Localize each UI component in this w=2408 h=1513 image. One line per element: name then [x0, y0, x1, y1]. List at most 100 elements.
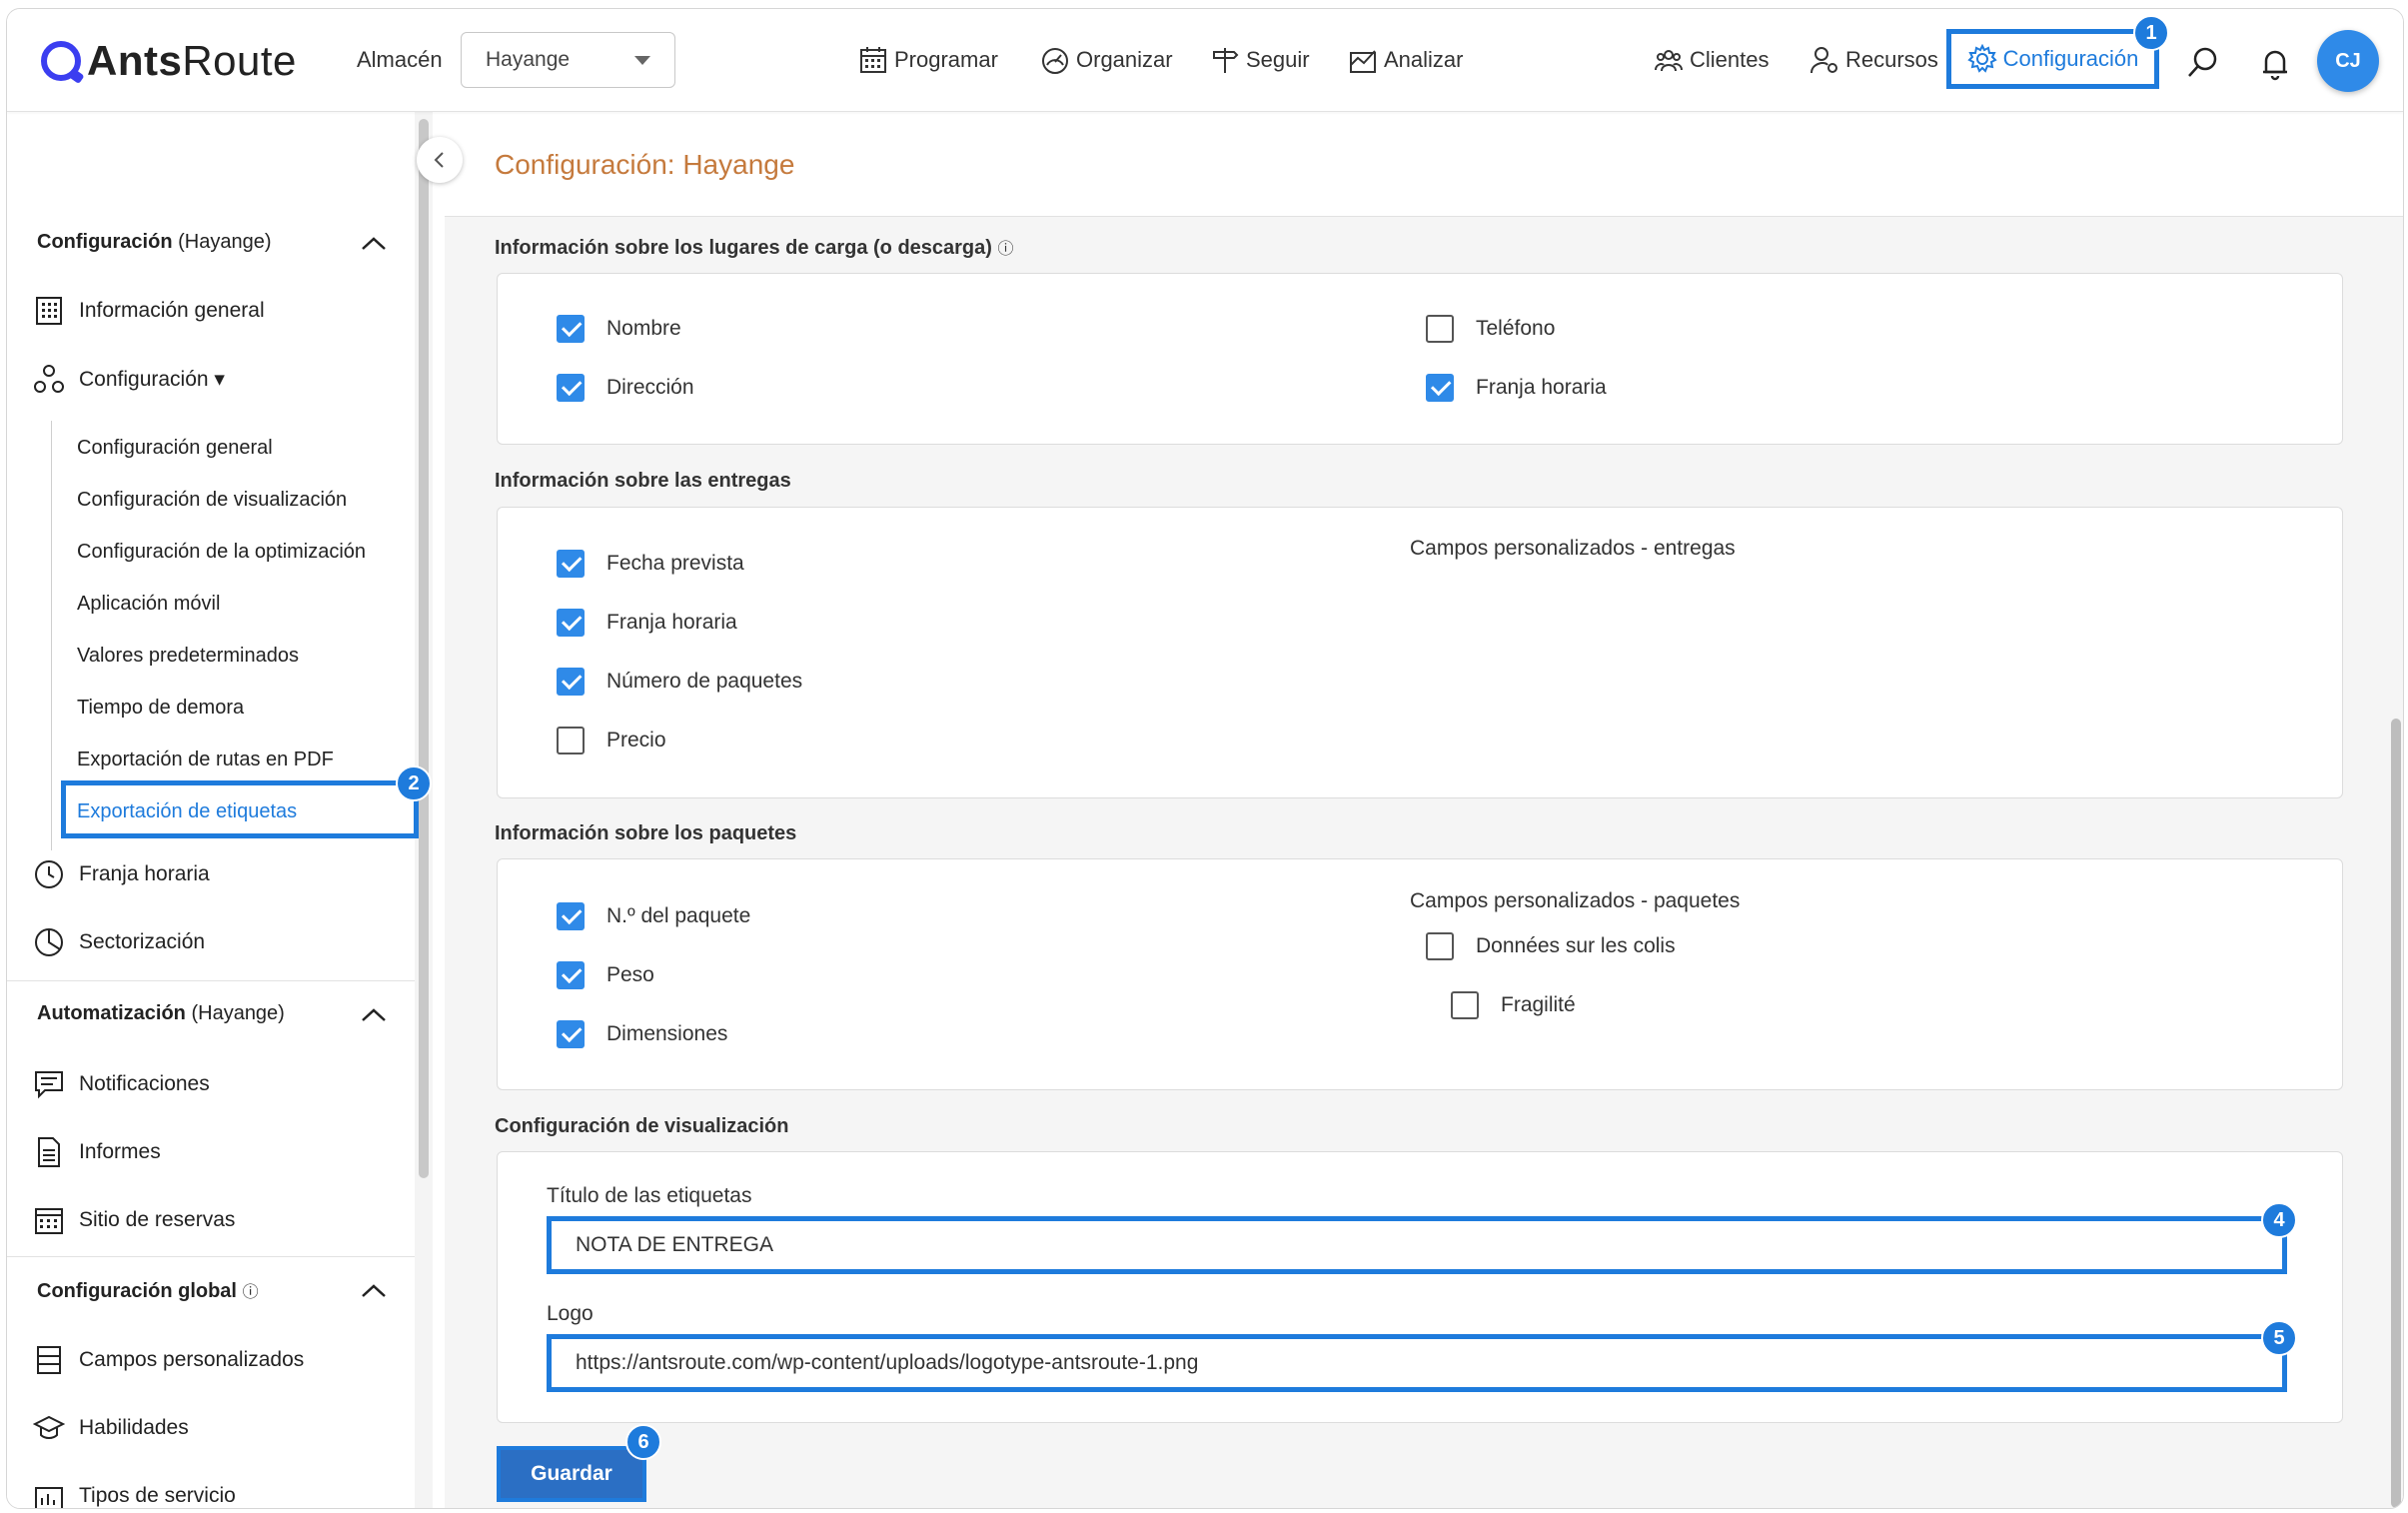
- sidebar-item-reports[interactable]: Informes: [33, 1132, 161, 1172]
- sidebar-item-label: Campos personalizados: [79, 1348, 305, 1371]
- checkbox-telefono[interactable]: Teléfono: [1426, 315, 1555, 343]
- nav-seguir[interactable]: Seguir: [1210, 41, 1310, 79]
- main-scrollbar[interactable]: [2391, 719, 2401, 1508]
- save-button[interactable]: Guardar: [497, 1446, 646, 1502]
- nav-organizar[interactable]: Organizar: [1040, 41, 1173, 79]
- checkbox-franja-horaria-entrega[interactable]: Franja horaria: [557, 609, 737, 637]
- nav-organizar-label: Organizar: [1076, 47, 1173, 72]
- sidebar-sub-label-export[interactable]: Exportación de etiquetas: [77, 800, 297, 823]
- sidebar-item-configuration[interactable]: Configuración ▾: [33, 359, 225, 399]
- deliveries-custom-fields-title: Campos personalizados - entregas: [1410, 537, 1736, 560]
- checkbox-label: Precio: [606, 729, 666, 752]
- list-icon: [37, 1346, 61, 1374]
- step-badge-5: 5: [2261, 1320, 2297, 1356]
- sidebar-item-sectorization[interactable]: Sectorización: [33, 922, 205, 962]
- nav-configuracion-button[interactable]: Configuración: [1946, 29, 2159, 89]
- sidebar-sub-display-config[interactable]: Configuración de visualización: [77, 489, 347, 512]
- checkbox-label: Franja horaria: [606, 611, 737, 634]
- deliveries-section-title: Información sobre las entregas: [495, 470, 791, 492]
- warehouse-value: Hayange: [486, 48, 571, 71]
- packages-section-title: Información sobre los paquetes: [495, 822, 797, 844]
- step-badge-4: 4: [2261, 1202, 2297, 1238]
- sidebar-sub-default-values[interactable]: Valores predeterminados: [77, 645, 299, 668]
- nav-analizar-label: Analizar: [1384, 47, 1464, 72]
- checkbox-icon: [557, 961, 585, 989]
- nav-clientes[interactable]: Clientes: [1654, 41, 1769, 79]
- nav-clientes-label: Clientes: [1690, 47, 1770, 72]
- info-icon: ⓘ: [997, 241, 1014, 258]
- nav-programar-label: Programar: [894, 47, 998, 72]
- checkbox-label: N.º del paquete: [606, 904, 751, 927]
- checkbox-precio[interactable]: Precio: [557, 727, 666, 755]
- sidebar-sub-mobile-app[interactable]: Aplicación móvil: [77, 593, 220, 616]
- graduation-cap-icon: [33, 1415, 65, 1439]
- sidebar-sub-optimization-config[interactable]: Configuración de la optimización: [77, 541, 366, 564]
- logo-mark-icon: [41, 41, 81, 81]
- checkbox-label: Nombre: [606, 317, 681, 340]
- sidebar-item-custom-fields[interactable]: Campos personalizados: [33, 1340, 304, 1380]
- sidebar-item-booking-site[interactable]: Sitio de reservas: [33, 1200, 235, 1240]
- checkbox-icon: [557, 550, 585, 578]
- section-global-config-header[interactable]: Configuración global ⓘ: [37, 1278, 259, 1303]
- sidebar-item-time-window[interactable]: Franja horaria: [33, 854, 210, 894]
- nav-programar[interactable]: Programar: [858, 41, 998, 79]
- sidebar-item-general-info[interactable]: Información general: [33, 291, 265, 331]
- search-icon[interactable]: [2185, 45, 2221, 81]
- warehouse-select[interactable]: Hayange: [461, 32, 675, 88]
- checkbox-direccion[interactable]: Dirección: [557, 374, 694, 402]
- divider: [7, 980, 415, 981]
- sidebar-sub-delay-time[interactable]: Tiempo de demora: [77, 697, 244, 720]
- message-icon: [35, 1071, 63, 1099]
- checkbox-label: Données sur les colis: [1476, 934, 1676, 957]
- checkbox-peso[interactable]: Peso: [557, 961, 654, 989]
- sidebar-item-label: Tipos de servicio: [79, 1484, 236, 1507]
- section-automation-header[interactable]: Automatización (Hayange): [37, 1002, 285, 1025]
- sidebar-item-label: Franja horaria: [79, 862, 210, 885]
- checkbox-icon: [557, 374, 585, 402]
- checkbox-donnees-colis[interactable]: Données sur les colis: [1426, 932, 1676, 960]
- nodes-icon: [34, 365, 64, 393]
- label-title-input[interactable]: NOTA DE ENTREGA: [547, 1216, 2287, 1274]
- collapse-sidebar-button[interactable]: [417, 137, 463, 183]
- sidebar-sub-general-config[interactable]: Configuración general: [77, 437, 273, 460]
- places-card: [497, 273, 2343, 445]
- logo-url-input[interactable]: https://antsroute.com/wp-content/uploads…: [547, 1334, 2287, 1392]
- checkbox-dimensiones[interactable]: Dimensiones: [557, 1020, 727, 1048]
- label-title-field-label: Título de las etiquetas: [547, 1184, 752, 1207]
- step-badge-1: 1: [2133, 15, 2169, 51]
- user-avatar[interactable]: CJ: [2317, 30, 2379, 92]
- chevron-left-icon: [434, 152, 444, 168]
- checkbox-icon: [557, 1020, 585, 1048]
- sidebar-sub-pdf-export[interactable]: Exportación de rutas en PDF: [77, 749, 334, 771]
- sidebar-item-skills[interactable]: Habilidades: [33, 1408, 189, 1448]
- antsroute-logo[interactable]: AntsRoute: [41, 35, 297, 87]
- clients-icon: [1655, 50, 1683, 72]
- checkbox-nombre[interactable]: Nombre: [557, 315, 681, 343]
- analytics-icon: [1350, 50, 1376, 73]
- sidebar-item-service-types[interactable]: Tipos de servicio: [33, 1476, 236, 1508]
- chevron-up-icon[interactable]: [361, 1008, 387, 1022]
- sidebar-item-label: Sitio de reservas: [79, 1208, 236, 1231]
- sidebar-item-label: Informes: [79, 1140, 161, 1163]
- sidebar-item-notifications[interactable]: Notificaciones: [33, 1064, 210, 1104]
- checkbox-icon: [1451, 991, 1479, 1019]
- checkbox-fragilite[interactable]: Fragilité: [1451, 991, 1576, 1019]
- checkbox-numero-paquetes[interactable]: Número de paquetes: [557, 668, 802, 696]
- section-configuration-header[interactable]: Configuración (Hayange): [37, 231, 271, 254]
- checkbox-icon: [1426, 932, 1454, 960]
- checkbox-icon: [557, 668, 585, 696]
- chevron-up-icon[interactable]: [361, 1284, 387, 1298]
- nav-recursos[interactable]: Recursos: [1809, 41, 1938, 79]
- checkbox-label: Franja horaria: [1476, 376, 1607, 399]
- checkbox-franja-horaria[interactable]: Franja horaria: [1426, 374, 1607, 402]
- bell-icon[interactable]: [2257, 45, 2293, 81]
- sidebar-scrollbar[interactable]: [419, 119, 429, 1178]
- signpost-icon: [1213, 48, 1239, 73]
- checkbox-label: Fragilité: [1501, 993, 1576, 1016]
- nav-analizar[interactable]: Analizar: [1348, 41, 1463, 79]
- checkbox-fecha-prevista[interactable]: Fecha prevista: [557, 550, 744, 578]
- speedometer-icon: [1042, 48, 1068, 74]
- document-icon: [38, 1137, 60, 1167]
- checkbox-numero-paquete[interactable]: N.º del paquete: [557, 902, 750, 930]
- chevron-up-icon[interactable]: [361, 237, 387, 251]
